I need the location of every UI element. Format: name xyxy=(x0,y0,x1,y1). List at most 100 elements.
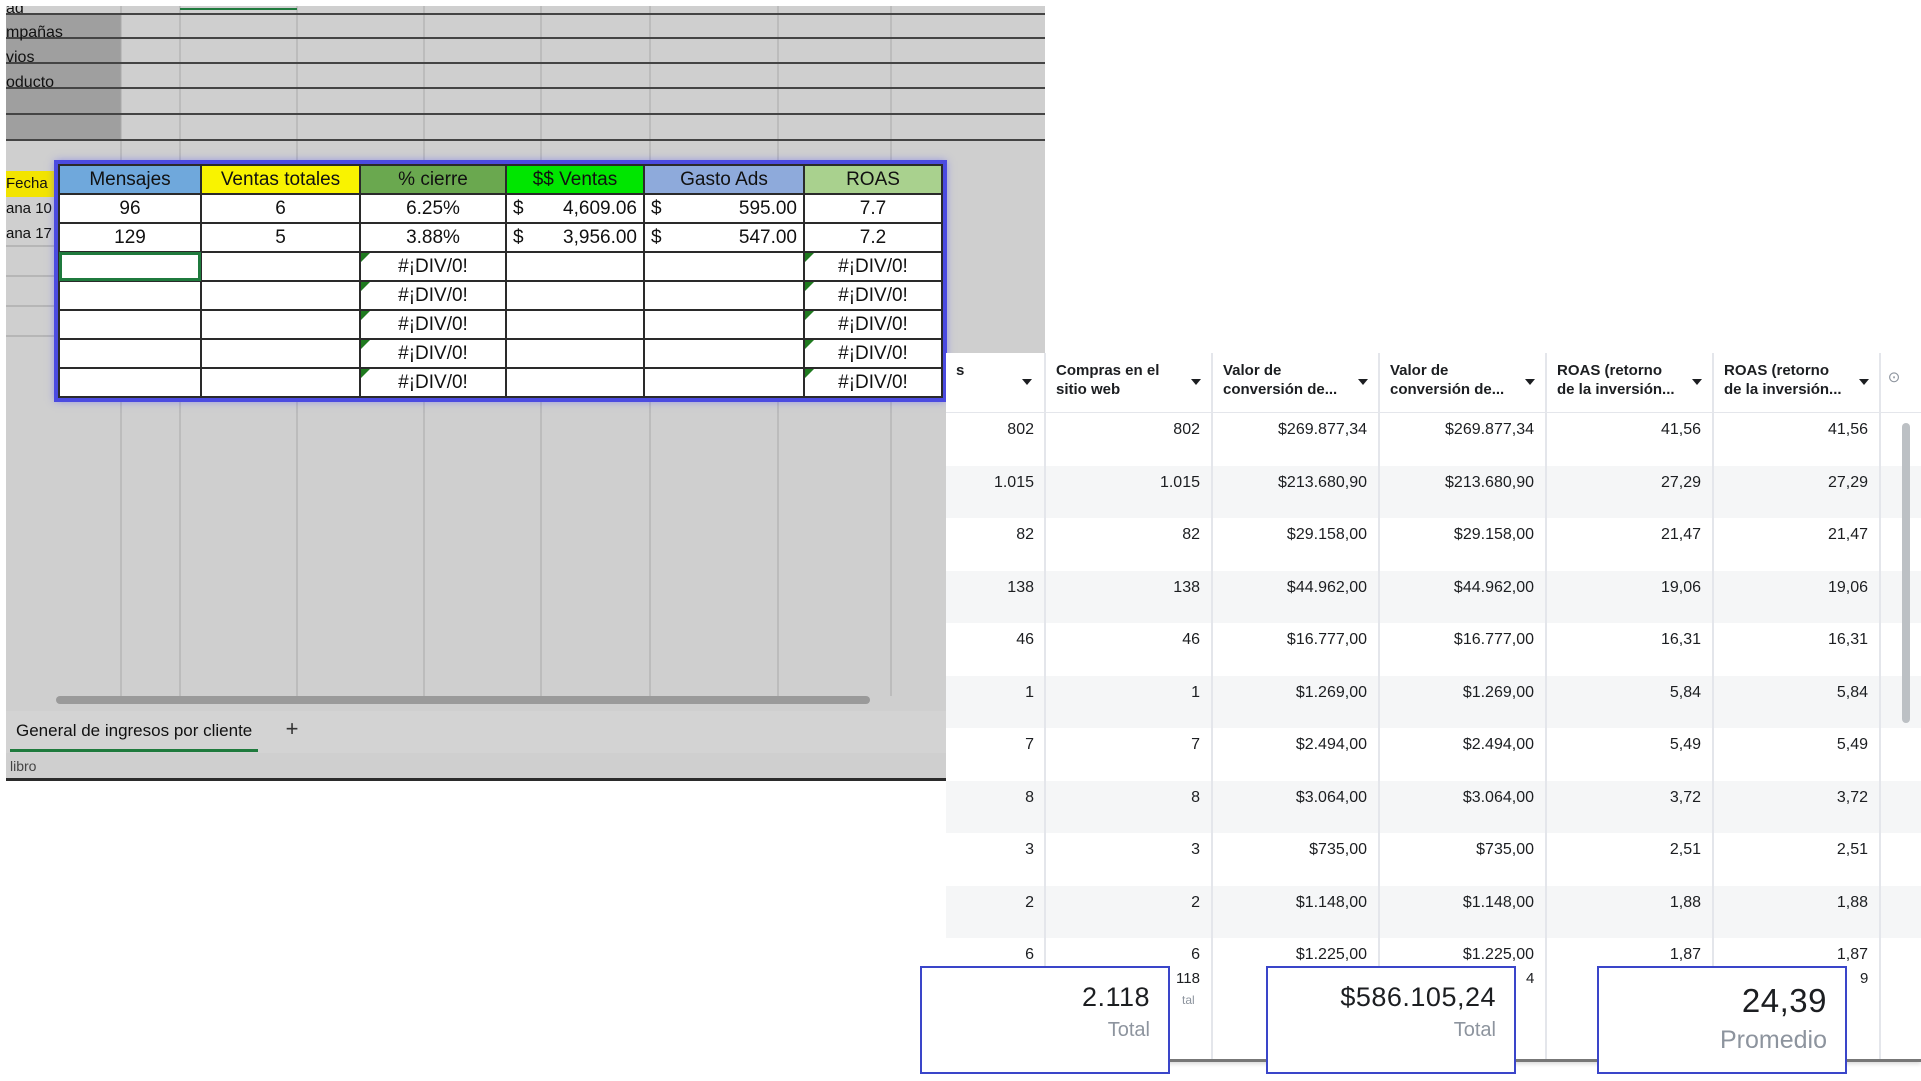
table-row[interactable]: 3 3 $735,00 $735,00 2,51 2,51 xyxy=(946,833,1921,885)
cell-ventas-monto[interactable]: $3,956.00 xyxy=(505,222,645,253)
cell-roas-error[interactable]: #¡DIV/0! xyxy=(803,338,943,369)
table-row[interactable]: 7 7 $2.494,00 $2.494,00 5,49 5,49 xyxy=(946,728,1921,780)
cell-cierre-error[interactable]: #¡DIV/0! xyxy=(359,367,507,398)
summary-total-compras: 2.118 Total xyxy=(920,966,1170,1074)
empty-cell[interactable] xyxy=(505,251,645,282)
header-ventas-totales[interactable]: Ventas totales xyxy=(200,164,361,195)
sheet-top-rows: ad mpañas vios oducto xyxy=(6,6,1045,146)
cell-ventas-totales[interactable]: 5 xyxy=(200,222,361,253)
empty-cell[interactable] xyxy=(505,309,645,340)
header-ventas-monto[interactable]: $$ Ventas xyxy=(505,164,645,195)
table-row: #¡DIV/0! #¡DIV/0! xyxy=(58,251,943,282)
row-label-semana-17: ana 17 xyxy=(6,225,52,242)
column-header-valor-conversion-1[interactable]: Valor de conversión de... xyxy=(1213,361,1373,409)
cell-roas[interactable]: 7.7 xyxy=(803,193,943,224)
table-row[interactable]: 8 8 $3.064,00 $3.064,00 3,72 3,72 xyxy=(946,780,1921,833)
table-cell: 5,84 xyxy=(1836,683,1868,701)
ads-report-table: 802 802 $269.877,34 $269.877,34 41,56 41,56 1.… xyxy=(946,353,1921,1062)
chevron-down-icon[interactable] xyxy=(1358,379,1368,385)
empty-cell[interactable] xyxy=(200,367,361,398)
empty-cell[interactable] xyxy=(200,251,361,282)
empty-cell[interactable] xyxy=(58,280,202,311)
vertical-scrollbar[interactable] xyxy=(1902,423,1910,723)
selected-cell[interactable] xyxy=(58,251,202,282)
header-gasto-ads[interactable]: Gasto Ads xyxy=(643,164,805,195)
horizontal-scrollbar[interactable] xyxy=(56,696,870,704)
cell-gasto-ads[interactable]: $595.00 xyxy=(643,193,805,224)
amount: 3,956.00 xyxy=(563,226,637,248)
cell-cierre-error[interactable]: #¡DIV/0! xyxy=(359,280,507,311)
empty-cell[interactable] xyxy=(643,367,805,398)
summary-label: Total xyxy=(1107,1019,1150,1041)
table-row[interactable]: 2 2 $1.148,00 $1.148,00 1,88 1,88 xyxy=(946,885,1921,938)
cell-roas[interactable]: 7.2 xyxy=(803,222,943,253)
row-label-campanas: mpañas xyxy=(6,24,63,41)
column-header-roas-2[interactable]: ROAS (retorno de la inversión... xyxy=(1714,361,1874,409)
table-row[interactable]: 1 1 $1.269,00 $1.269,00 5,84 5,84 xyxy=(946,675,1921,728)
cell-roas-error[interactable]: #¡DIV/0! xyxy=(803,280,943,311)
table-row[interactable]: 1.015 1.015 $213.680,90 $213.680,90 27,29 27,… xyxy=(946,465,1921,518)
chevron-down-icon[interactable] xyxy=(1859,379,1869,385)
cell-ventas-totales[interactable]: 6 xyxy=(200,193,361,224)
cell-ventas-monto[interactable]: $4,609.06 xyxy=(505,193,645,224)
column-header-valor-conversion-2[interactable]: Valor de conversión de... xyxy=(1380,361,1540,409)
empty-cell[interactable] xyxy=(200,338,361,369)
header-roas[interactable]: ROAS xyxy=(803,164,943,195)
cell-roas-error[interactable]: #¡DIV/0! xyxy=(803,367,943,398)
table-row[interactable]: 802 802 $269.877,34 $269.877,34 41,56 41,56 xyxy=(946,413,1921,465)
table-row[interactable]: 46 46 $16.777,00 $16.777,00 16,31 16,31 xyxy=(946,623,1921,675)
table-cell: 3,72 xyxy=(1836,788,1868,806)
table-row: #¡DIV/0! #¡DIV/0! xyxy=(58,338,943,369)
empty-cell[interactable] xyxy=(505,338,645,369)
column-divider xyxy=(1211,353,1213,1059)
row-label-ad: ad xyxy=(6,6,24,17)
chevron-down-icon[interactable] xyxy=(1191,379,1201,385)
table-row: #¡DIV/0! #¡DIV/0! xyxy=(58,367,943,398)
empty-cell[interactable] xyxy=(58,367,202,398)
table-row: #¡DIV/0! #¡DIV/0! xyxy=(58,280,943,311)
empty-cell[interactable] xyxy=(58,309,202,340)
table-row[interactable]: 82 82 $29.158,00 $29.158,00 21,47 21,47 xyxy=(946,518,1921,570)
ads-report-window: 802 802 $269.877,34 $269.877,34 41,56 41,56 1.… xyxy=(946,353,1921,1073)
sheet-tab-general[interactable]: General de ingresos por cliente xyxy=(10,717,259,752)
empty-cell[interactable] xyxy=(643,251,805,282)
empty-cell[interactable] xyxy=(200,280,361,311)
empty-cell[interactable] xyxy=(643,309,805,340)
chevron-down-icon[interactable] xyxy=(1022,379,1032,385)
summary-promedio-roas: 24,39 Promedio xyxy=(1597,966,1847,1074)
cell-mensajes[interactable]: 129 xyxy=(58,222,202,253)
cell-cierre[interactable]: 3.88% xyxy=(359,222,507,253)
column-header-roas-1[interactable]: ROAS (retorno de la inversión... xyxy=(1547,361,1707,409)
cell-cierre[interactable]: 6.25% xyxy=(359,193,507,224)
table-cell: 16,31 xyxy=(1827,631,1868,648)
column-header-compras[interactable]: Compras en el sitio web xyxy=(1046,361,1206,409)
add-sheet-button[interactable]: + xyxy=(280,715,304,743)
cell-cierre-error[interactable]: #¡DIV/0! xyxy=(359,309,507,340)
cell-roas-error[interactable]: #¡DIV/0! xyxy=(803,251,943,282)
row-label-semana-10: ana 10 xyxy=(6,200,52,217)
empty-cell[interactable] xyxy=(643,280,805,311)
cell-roas-error[interactable]: #¡DIV/0! xyxy=(803,309,943,340)
summary-value: 2.118 xyxy=(1081,982,1150,1012)
header-cierre[interactable]: % cierre xyxy=(359,164,507,195)
table-cell: 21,47 xyxy=(1827,526,1868,543)
empty-cell[interactable] xyxy=(58,338,202,369)
empty-cell[interactable] xyxy=(200,309,361,340)
cell-gasto-ads[interactable]: $547.00 xyxy=(643,222,805,253)
empty-cell[interactable] xyxy=(643,338,805,369)
screenshot-stage: ad mpañas vios oducto Fecha ana 10 ana 1… xyxy=(0,0,1921,1081)
summary-value: 24,39 xyxy=(1741,982,1827,1019)
fecha-label: Fecha xyxy=(6,171,56,197)
chevron-down-icon[interactable] xyxy=(1692,379,1702,385)
table-row[interactable]: 138 138 $44.962,00 $44.962,00 19,06 19,06 xyxy=(946,570,1921,623)
empty-cell[interactable] xyxy=(505,367,645,398)
header-mensajes[interactable]: Mensajes xyxy=(58,164,202,195)
column-settings-icon[interactable]: ⊙ xyxy=(1886,370,1902,386)
cell-cierre-error[interactable]: #¡DIV/0! xyxy=(359,338,507,369)
cell-cierre-error[interactable]: #¡DIV/0! xyxy=(359,251,507,282)
empty-cell[interactable] xyxy=(505,280,645,311)
chevron-down-icon[interactable] xyxy=(1525,379,1535,385)
cell-mensajes[interactable]: 96 xyxy=(58,193,202,224)
column-header-results[interactable]: s xyxy=(946,361,1026,409)
currency-sign: $ xyxy=(513,227,524,248)
